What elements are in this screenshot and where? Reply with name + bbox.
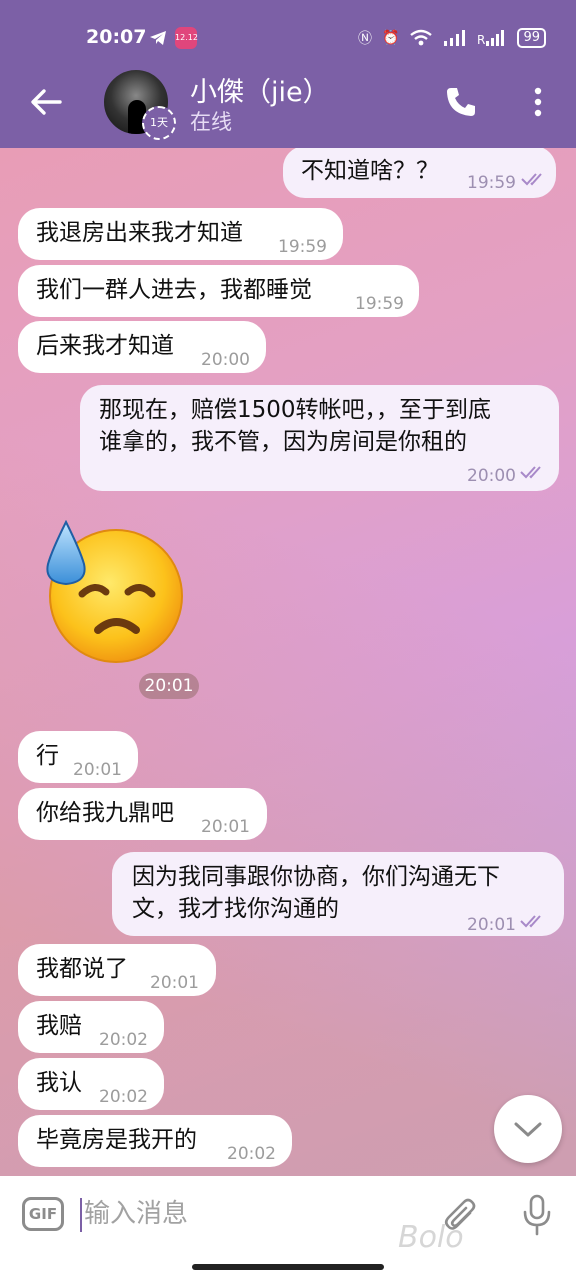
message-text: 我们一群人进去，我都睡觉 — [36, 277, 312, 303]
text-cursor — [80, 1198, 82, 1232]
message-time: 19:59 — [467, 173, 516, 193]
message-bubble-incoming[interactable]: 你给我九鼎吧 20:01 — [18, 788, 267, 840]
message-text-line: 谁拿的，我不管，因为房间是你租的 — [99, 429, 467, 455]
read-ticks-icon — [521, 173, 542, 186]
contact-name[interactable]: 小傑（jie） — [190, 70, 330, 109]
message-text: 行 — [36, 743, 59, 769]
message-text: 我认 — [36, 1070, 82, 1096]
scroll-down-button[interactable] — [494, 1095, 562, 1163]
message-input-bar: GIF Bolo — [0, 1176, 576, 1280]
home-indicator[interactable] — [192, 1264, 384, 1270]
message-bubble-incoming[interactable]: 我退房出来我才知道 19:59 — [18, 208, 343, 260]
message-text: 你给我九鼎吧 — [36, 800, 174, 826]
chevron-down-icon — [514, 1122, 542, 1137]
message-bubble-incoming[interactable]: 后来我才知道 20:00 — [18, 321, 266, 373]
back-arrow-icon[interactable] — [26, 82, 66, 122]
message-time: 20:01 — [201, 817, 250, 837]
message-text: 不知道啥？？ — [301, 158, 439, 184]
watermark: Bolo — [398, 1220, 464, 1255]
telegram-icon — [150, 31, 166, 45]
status-time: 20:07 — [86, 26, 147, 48]
message-time: 19:59 — [355, 294, 404, 314]
message-time: 20:02 — [99, 1030, 148, 1050]
message-time: 20:02 — [227, 1144, 276, 1164]
message-bubble-outgoing[interactable]: 不知道啥？？ 19:59 — [283, 148, 556, 198]
svg-text:R: R — [477, 33, 485, 47]
message-bubble-incoming[interactable]: 行 20:01 — [18, 731, 138, 783]
message-time: 19:59 — [278, 237, 327, 257]
phone-icon[interactable] — [444, 85, 478, 119]
message-time: 20:01 — [467, 915, 516, 935]
more-vert-icon[interactable] — [528, 86, 548, 118]
message-time: 20:01 — [73, 760, 122, 780]
sticker-time: 20:01 — [139, 673, 199, 699]
message-bubble-incoming[interactable]: 我都说了 20:01 — [18, 944, 216, 996]
autodelete-timer-badge: 1天 — [142, 106, 176, 140]
read-ticks-icon — [520, 466, 541, 479]
online-status: 在线 — [190, 110, 232, 134]
app-badge-icon: 12.12 — [175, 27, 198, 49]
message-text: 毕竟房是我开的 — [36, 1127, 197, 1153]
message-bubble-incoming[interactable]: 我们一群人进去，我都睡觉 19:59 — [18, 265, 419, 317]
read-ticks-icon — [520, 915, 541, 928]
message-text: 后来我才知道 — [36, 333, 174, 359]
message-text: 我都说了 — [36, 956, 128, 982]
message-time: 20:01 — [150, 973, 199, 993]
alarm-icon: ⏰ — [382, 30, 400, 46]
gif-button[interactable]: GIF — [22, 1197, 64, 1231]
message-time: 20:02 — [99, 1087, 148, 1107]
message-text-line: 文，我才找你沟通的 — [132, 896, 339, 922]
message-bubble-outgoing[interactable]: 那现在，赔偿1500转帐吧，，至于到底 谁拿的，我不管，因为房间是你租的 20:… — [80, 385, 559, 491]
status-bar: 20:07 12.12 Ⓝ ⏰ R 99 — [0, 0, 576, 72]
app-header: 20:07 12.12 Ⓝ ⏰ R 99 1天 小傑（jie） 在线 — [0, 0, 576, 148]
status-right: Ⓝ ⏰ R 99 — [358, 25, 546, 51]
signal-icon-1 — [444, 30, 466, 46]
nfc-icon: Ⓝ — [358, 31, 373, 47]
message-bubble-incoming[interactable]: 我赔 20:02 — [18, 1001, 164, 1053]
microphone-icon[interactable] — [522, 1194, 552, 1236]
battery-indicator: 99 — [517, 28, 546, 48]
message-time: 20:00 — [201, 350, 250, 370]
message-time: 20:00 — [467, 466, 516, 486]
wifi-icon — [410, 29, 433, 46]
message-text: 我赔 — [36, 1013, 82, 1039]
message-bubble-outgoing[interactable]: 因为我同事跟你协商，你们沟通无下 文，我才找你沟通的 20:01 — [112, 852, 564, 936]
message-text-line: 那现在，赔偿1500转帐吧，，至于到底 — [99, 397, 492, 423]
message-input[interactable] — [84, 1194, 414, 1234]
message-text: 我退房出来我才知道 — [36, 220, 243, 246]
message-bubble-incoming[interactable]: 毕竟房是我开的 20:02 — [18, 1115, 292, 1167]
message-bubble-incoming[interactable]: 我认 20:02 — [18, 1058, 164, 1110]
downcast-face-with-sweat-icon[interactable] — [40, 520, 184, 664]
chat-area[interactable]: 不知道啥？？ 19:59 我退房出来我才知道 19:59 我们一群人进去，我都睡… — [0, 148, 576, 1176]
signal-icon-2: R — [477, 30, 505, 47]
message-text-line: 因为我同事跟你协商，你们沟通无下 — [132, 864, 500, 890]
